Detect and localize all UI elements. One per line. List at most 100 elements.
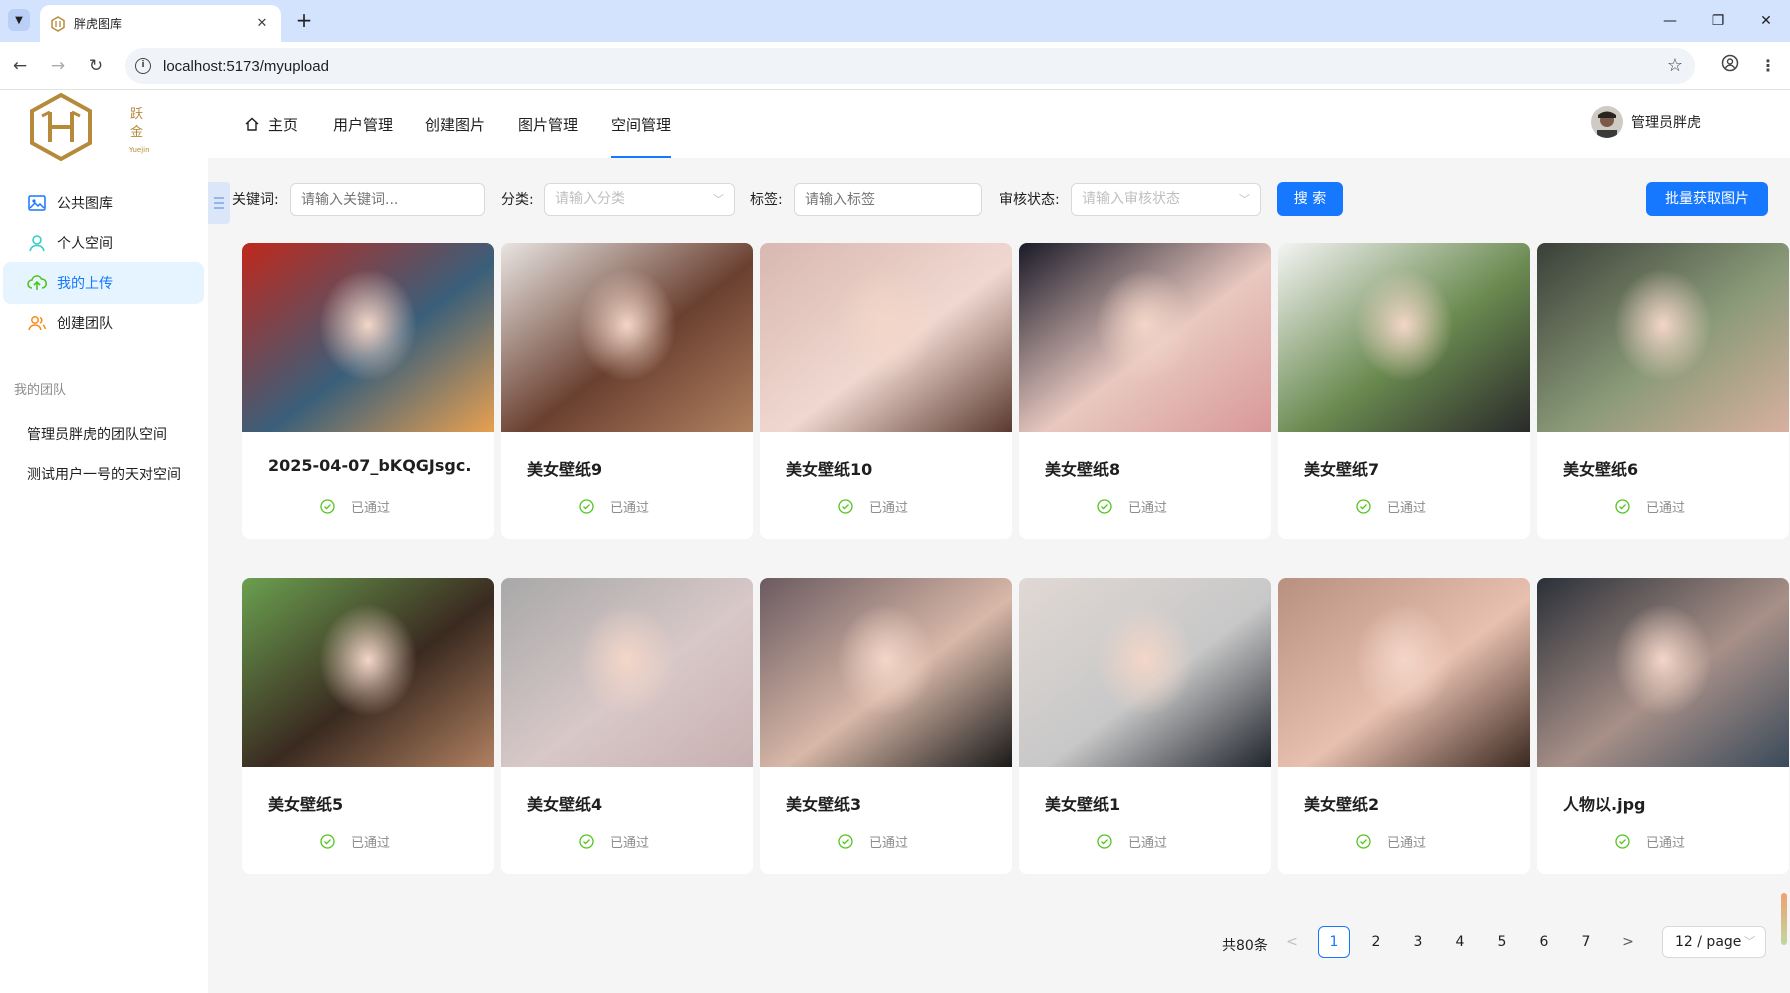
card-status: 已通过	[1615, 832, 1685, 851]
card-image[interactable]	[1278, 578, 1530, 767]
tab-close-icon[interactable]: ✕	[253, 16, 271, 31]
image-card[interactable]: 美女壁纸10 已通过	[760, 243, 1012, 539]
image-card[interactable]: 美女壁纸9 已通过	[501, 243, 753, 539]
sidebar-item-public-gallery[interactable]: 公共图库	[3, 182, 204, 224]
browser-menu-icon[interactable]: ⋮	[1756, 54, 1780, 78]
close-window-icon[interactable]: ✕	[1746, 9, 1786, 33]
sidebar-collapse-toggle[interactable]	[208, 182, 230, 224]
pagination-page[interactable]: 4	[1444, 926, 1476, 958]
tab-search-button[interactable]: ▼	[8, 9, 30, 31]
card-image[interactable]	[1019, 243, 1271, 432]
tag-input[interactable]	[794, 183, 982, 216]
image-card[interactable]: 2025-04-07_bKQGJsgc. 已通过	[242, 243, 494, 539]
status-text: 已通过	[1646, 836, 1686, 851]
url-text[interactable]: localhost:5173/myupload	[163, 58, 329, 75]
sidebar-item-my-uploads[interactable]: 我的上传	[3, 262, 204, 304]
image-card[interactable]: 美女壁纸1 已通过	[1019, 578, 1271, 874]
check-circle-icon	[579, 499, 594, 514]
card-status: 已通过	[838, 497, 908, 516]
check-circle-icon	[1097, 834, 1112, 849]
card-status: 已通过	[1097, 832, 1167, 851]
card-status: 已通过	[838, 832, 908, 851]
page-size-select[interactable]: 12 / page ﹀	[1662, 926, 1766, 958]
sidebar-item-personal-space[interactable]: 个人空间	[3, 222, 204, 264]
status-text: 已通过	[1646, 501, 1686, 516]
card-image[interactable]	[1019, 578, 1271, 767]
image-card[interactable]: 美女壁纸7 已通过	[1278, 243, 1530, 539]
restore-icon[interactable]: ❐	[1698, 9, 1738, 33]
card-status: 已通过	[1615, 497, 1685, 516]
check-circle-icon	[320, 499, 335, 514]
sidebar-team-item[interactable]: 管理员胖虎的团队空间	[27, 424, 197, 444]
sidebar-item-create-team[interactable]: 创建团队	[3, 302, 204, 344]
nav-home[interactable]: 主页	[244, 90, 298, 158]
image-card[interactable]: 美女壁纸6 已通过	[1537, 243, 1789, 539]
image-card[interactable]: 美女壁纸5 已通过	[242, 578, 494, 874]
image-card[interactable]: 美女壁纸4 已通过	[501, 578, 753, 874]
list-icon	[214, 197, 224, 209]
pagination-page[interactable]: 3	[1402, 926, 1434, 958]
pagination-next-icon[interactable]: >	[1612, 926, 1644, 958]
card-title: 美女壁纸2	[1304, 795, 1380, 814]
keyword-input[interactable]	[290, 183, 485, 216]
category-label: 分类:	[501, 192, 534, 208]
pagination-page[interactable]: 7	[1570, 926, 1602, 958]
reload-icon[interactable]: ↻	[84, 54, 108, 78]
image-card[interactable]: 人物以.jpg 已通过	[1537, 578, 1789, 874]
nav-user-management[interactable]: 用户管理	[333, 90, 393, 158]
user-menu[interactable]: 管理员胖虎	[1591, 106, 1701, 138]
batch-fetch-images-button[interactable]: 批量获取图片	[1646, 182, 1768, 216]
pagination-prev-icon[interactable]: <	[1276, 926, 1308, 958]
my-teams-group-title: 我的团队	[14, 383, 67, 398]
new-tab-button[interactable]: +	[292, 9, 316, 33]
team-icon	[27, 313, 47, 333]
nav-image-management[interactable]: 图片管理	[518, 90, 578, 158]
sidebar-team-item[interactable]: 测试用户一号的天对空间	[27, 464, 187, 484]
card-image[interactable]	[1278, 243, 1530, 432]
nav-label: 主页	[268, 115, 299, 134]
browser-tab[interactable]: 胖虎图库 ✕	[40, 5, 281, 42]
pagination-page[interactable]: 5	[1486, 926, 1518, 958]
card-image[interactable]	[760, 578, 1012, 767]
image-card[interactable]: 美女壁纸8 已通过	[1019, 243, 1271, 539]
user-name: 管理员胖虎	[1631, 115, 1701, 131]
search-button[interactable]: 搜 索	[1277, 182, 1343, 216]
nav-create-image[interactable]: 创建图片	[425, 90, 485, 158]
status-text: 已通过	[869, 836, 909, 851]
check-circle-icon	[838, 834, 853, 849]
pagination-page[interactable]: 1	[1318, 926, 1350, 958]
image-card[interactable]: 美女壁纸2 已通过	[1278, 578, 1530, 874]
card-image[interactable]	[760, 243, 1012, 432]
card-image[interactable]	[242, 243, 494, 432]
profile-icon[interactable]	[1718, 54, 1742, 78]
active-nav-indicator	[611, 156, 672, 158]
review-status-label: 审核状态:	[999, 192, 1060, 208]
site-info-icon[interactable]: i	[135, 58, 151, 74]
card-image[interactable]	[501, 578, 753, 767]
nav-space-management[interactable]: 空间管理	[611, 90, 672, 158]
pagination-page[interactable]: 2	[1360, 926, 1392, 958]
check-circle-icon	[1356, 834, 1371, 849]
category-select[interactable]: 请输入分类 ﹀	[544, 183, 735, 216]
minimize-icon[interactable]: —	[1650, 9, 1690, 33]
card-image[interactable]	[501, 243, 753, 432]
browser-toolbar: ← → ↻ i localhost:5173/myupload ☆ ⋮	[0, 42, 1790, 90]
cloud-upload-icon	[27, 273, 47, 293]
card-image[interactable]	[1537, 578, 1789, 767]
forward-icon[interactable]: →	[46, 54, 70, 78]
image-card[interactable]: 美女壁纸3 已通过	[760, 578, 1012, 874]
sidebar-item-label: 创建团队	[57, 316, 113, 332]
tag-label: 标签:	[750, 192, 783, 208]
card-image[interactable]	[1537, 243, 1789, 432]
card-image[interactable]	[242, 578, 494, 767]
scrollbar-thumb[interactable]	[1781, 893, 1787, 945]
bookmark-star-icon[interactable]: ☆	[1667, 55, 1683, 76]
logo[interactable]: 跃金 Yuejin	[28, 92, 150, 164]
status-text: 已通过	[610, 501, 650, 516]
pagination-page[interactable]: 6	[1528, 926, 1560, 958]
card-title: 美女壁纸1	[1045, 795, 1121, 814]
keyword-label: 关键词:	[232, 192, 279, 208]
back-icon[interactable]: ←	[8, 54, 32, 78]
address-bar[interactable]: i localhost:5173/myupload ☆	[125, 48, 1695, 84]
review-status-select[interactable]: 请输入审核状态 ﹀	[1071, 183, 1261, 216]
